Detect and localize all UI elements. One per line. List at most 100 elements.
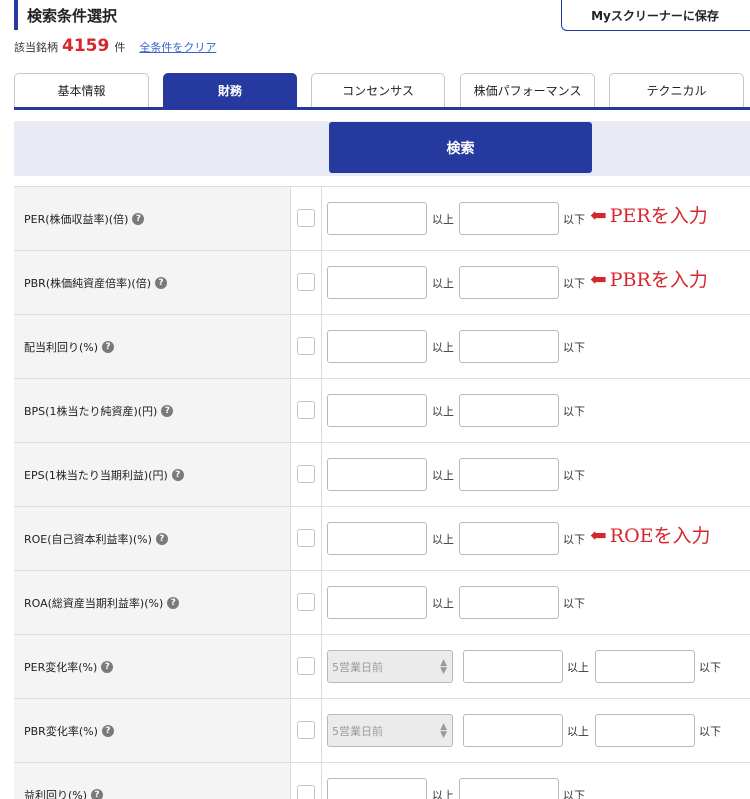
tab-consensus[interactable]: コンセンサス — [311, 73, 445, 107]
save-to-my-screener-button[interactable]: Myスクリーナーに保存 — [561, 0, 750, 31]
min-value-input[interactable] — [327, 330, 427, 363]
help-icon[interactable]: ? — [155, 276, 167, 289]
period-select-value: 5営業日前 — [332, 724, 383, 738]
tabs-underline — [14, 107, 750, 110]
max-value-input[interactable] — [595, 650, 695, 683]
result-count: 4159 — [62, 36, 110, 56]
help-icon[interactable]: ? — [161, 404, 174, 417]
min-suffix-label: 以上 — [567, 725, 589, 738]
max-value-input[interactable] — [459, 522, 559, 555]
help-icon[interactable]: ? — [155, 532, 168, 545]
clear-all-conditions-link[interactable]: 全条件をクリア — [139, 39, 216, 55]
criteria-row-pbr: PBR(株価純資産倍率)(倍)? 以上 以下 ⬅ PBRを入力 — [14, 251, 750, 315]
min-value-input[interactable] — [327, 202, 427, 235]
min-value-input[interactable] — [327, 586, 427, 619]
max-suffix-label: 以下 — [563, 277, 585, 290]
criteria-checkbox[interactable] — [297, 721, 315, 739]
tab-technical[interactable]: テクニカル — [609, 73, 744, 107]
min-value-input[interactable] — [327, 778, 427, 799]
page-title-text: 検索条件選択 — [27, 6, 118, 25]
criteria-checkbox[interactable] — [297, 465, 315, 483]
result-count-prefix: 該当銘柄 — [14, 41, 58, 54]
min-value-input[interactable] — [463, 714, 563, 747]
max-value-input[interactable] — [459, 586, 559, 619]
criteria-label: PER変化率(%)? — [14, 635, 291, 698]
criteria-label-text: 配当利回り(%) — [24, 340, 99, 354]
help-icon[interactable]: ? — [171, 468, 184, 481]
divider — [321, 315, 322, 378]
annotation-text: PERを入力 — [609, 205, 708, 227]
help-icon[interactable]: ? — [101, 660, 114, 673]
criteria-checkbox[interactable] — [297, 209, 315, 227]
criteria-checkbox[interactable] — [297, 657, 315, 675]
tab-financials[interactable]: 財務 — [163, 73, 297, 107]
max-suffix-label: 以下 — [699, 661, 721, 674]
min-value-input[interactable] — [327, 458, 427, 491]
criteria-label: EPS(1株当たり当期利益)(円)? — [14, 443, 291, 506]
criteria-row-per-change: PER変化率(%)? 5営業日前 ▲ ▼ 以上 以下 — [14, 635, 750, 699]
annotation-pbr: ⬅ PBRを入力 — [590, 265, 708, 292]
max-suffix-label: 以下 — [563, 533, 585, 546]
max-value-input[interactable] — [459, 778, 559, 799]
max-value-input[interactable] — [459, 458, 559, 491]
max-suffix-label: 以下 — [563, 789, 585, 799]
criteria-checkbox[interactable] — [297, 337, 315, 355]
period-select[interactable]: 5営業日前 ▲ ▼ — [327, 714, 453, 747]
category-tabs: 基本情報 財務 コンセンサス 株価パフォーマンス テクニカル — [14, 73, 750, 110]
criteria-label: PBR変化率(%)? — [14, 699, 291, 762]
max-value-input[interactable] — [459, 394, 559, 427]
criteria-table: PER(株価収益率)(倍)? 以上 以下 ⬅ PERを入力 PBR(株価純資産倍率… — [14, 186, 750, 799]
min-suffix-label: 以上 — [432, 789, 454, 799]
annotation-text: ROEを入力 — [609, 525, 711, 547]
tab-stock-performance[interactable]: 株価パフォーマンス — [460, 73, 595, 107]
divider — [321, 507, 322, 570]
criteria-checkbox[interactable] — [297, 785, 315, 799]
criteria-label-text: PER(株価収益率)(倍) — [24, 212, 129, 226]
criteria-label-text: 益利回り(%) — [24, 788, 88, 799]
annotation-per: ⬅ PERを入力 — [590, 201, 708, 228]
period-select-value: 5営業日前 — [332, 660, 383, 674]
max-suffix-label: 以下 — [699, 725, 721, 738]
divider — [321, 443, 322, 506]
max-value-input[interactable] — [459, 266, 559, 299]
result-summary: 該当銘柄 4159 件 全条件をクリア — [14, 36, 216, 56]
min-suffix-label: 以上 — [432, 597, 454, 610]
max-value-input[interactable] — [459, 330, 559, 363]
updown-icon: ▲ ▼ — [440, 658, 447, 676]
min-value-input[interactable] — [327, 394, 427, 427]
help-icon[interactable]: ? — [132, 212, 145, 225]
criteria-label-text: PER変化率(%) — [24, 660, 98, 674]
search-button[interactable]: 検索 — [329, 122, 592, 173]
criteria-checkbox[interactable] — [297, 273, 315, 291]
criteria-checkbox[interactable] — [297, 529, 315, 547]
period-select[interactable]: 5営業日前 ▲ ▼ — [327, 650, 453, 683]
min-suffix-label: 以上 — [432, 469, 454, 482]
min-suffix-label: 以上 — [432, 405, 454, 418]
min-value-input[interactable] — [463, 650, 563, 683]
max-value-input[interactable] — [459, 202, 559, 235]
min-value-input[interactable] — [327, 266, 427, 299]
criteria-label: PBR(株価純資産倍率)(倍)? — [14, 251, 291, 314]
tab-basic-info[interactable]: 基本情報 — [14, 73, 149, 107]
criteria-row-per: PER(株価収益率)(倍)? 以上 以下 ⬅ PERを入力 — [14, 187, 750, 251]
max-suffix-label: 以下 — [563, 469, 585, 482]
annotation-roe: ⬅ ROEを入力 — [590, 521, 711, 548]
criteria-checkbox[interactable] — [297, 401, 315, 419]
min-value-input[interactable] — [327, 522, 427, 555]
result-count-unit: 件 — [114, 41, 126, 54]
left-arrow-icon: ⬅ — [590, 522, 607, 547]
left-arrow-icon: ⬅ — [590, 202, 607, 227]
max-suffix-label: 以下 — [563, 213, 585, 226]
criteria-row-pbr-change: PBR変化率(%)? 5営業日前 ▲ ▼ 以上 以下 — [14, 699, 750, 763]
max-value-input[interactable] — [595, 714, 695, 747]
help-icon[interactable]: ? — [101, 724, 114, 737]
help-icon[interactable]: ? — [102, 340, 115, 353]
criteria-checkbox[interactable] — [297, 593, 315, 611]
help-icon[interactable]: ? — [167, 596, 180, 609]
criteria-row-roe: ROE(自己資本利益率)(%)? 以上 以下 ⬅ ROEを入力 — [14, 507, 750, 571]
max-suffix-label: 以下 — [563, 341, 585, 354]
max-suffix-label: 以下 — [563, 405, 585, 418]
criteria-label-text: EPS(1株当たり当期利益)(円) — [24, 468, 168, 482]
help-icon[interactable]: ? — [91, 788, 104, 799]
divider — [321, 635, 322, 698]
